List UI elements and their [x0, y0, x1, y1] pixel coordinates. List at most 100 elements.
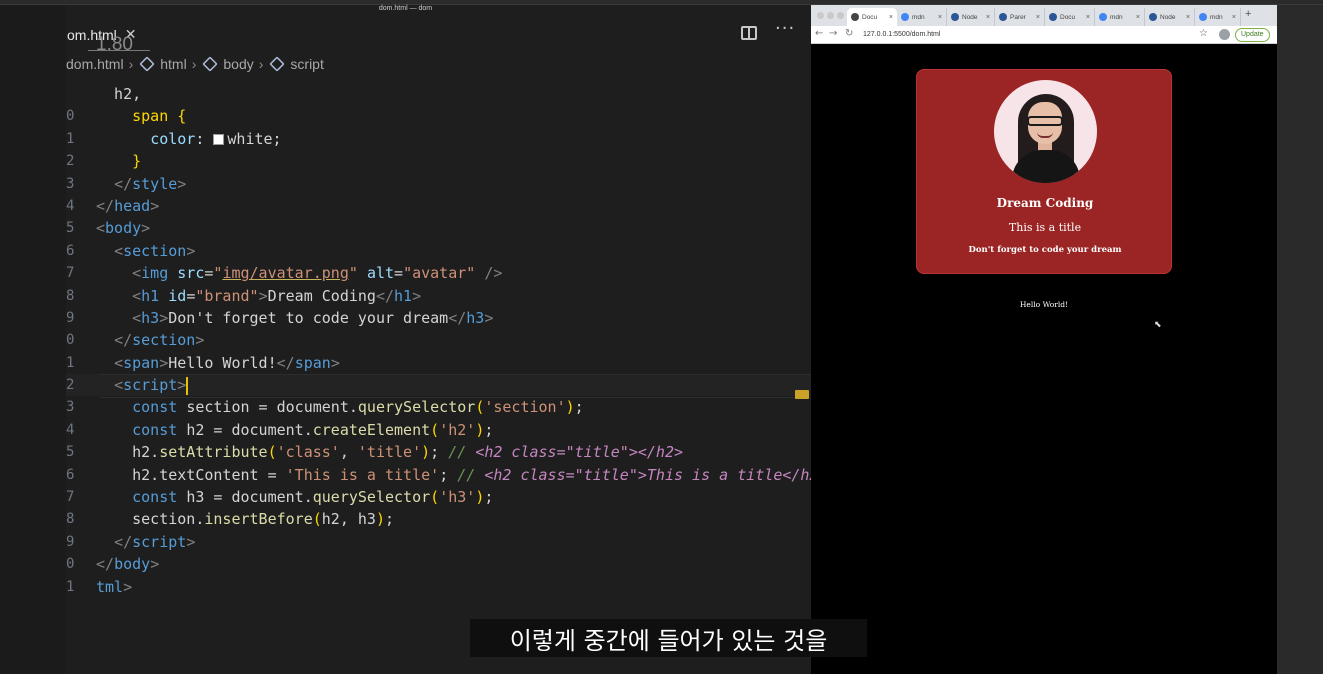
- code-line[interactable]: 6 <section>: [66, 240, 811, 262]
- tagline-heading: Don't forget to code your dream: [968, 245, 1122, 255]
- code-line[interactable]: 1 <span>Hello World!</span>: [66, 352, 811, 374]
- update-button[interactable]: Update: [1235, 28, 1270, 42]
- profile-card-section: Dream Coding This is a title Don't forge…: [916, 69, 1172, 330]
- profile-avatar[interactable]: [1219, 29, 1230, 40]
- breadcrumb-body[interactable]: body: [223, 56, 253, 72]
- window-close-dot[interactable]: [817, 12, 824, 19]
- code-line[interactable]: 3 const section = document.querySelector…: [66, 396, 811, 418]
- favicon-icon: [1049, 13, 1057, 21]
- code-line[interactable]: 0 </body>: [66, 553, 811, 575]
- forward-icon[interactable]: →: [829, 28, 837, 39]
- left-gutter: [0, 5, 66, 674]
- close-icon[interactable]: ×: [986, 14, 990, 21]
- brand-heading: Dream Coding: [996, 196, 1094, 210]
- line-number: 7: [66, 265, 74, 282]
- video-subtitle: 이렇게 중간에 들어가 있는 것을: [470, 619, 867, 657]
- browser-toolbar: ← → ↻ 127.0.0.1:5500/dom.html ☆ Update: [811, 26, 1277, 44]
- close-icon[interactable]: ×: [1036, 14, 1040, 21]
- code-line[interactable]: 3 </style>: [66, 173, 811, 195]
- code-line[interactable]: 1 color: white;: [66, 128, 811, 150]
- back-icon[interactable]: ←: [815, 28, 823, 39]
- line-number: 4: [66, 197, 74, 214]
- code-line[interactable]: 0 span {: [66, 105, 811, 127]
- avatar: [994, 80, 1097, 183]
- code-line[interactable]: 7 const h3 = document.querySelector('h3'…: [66, 486, 811, 508]
- close-icon[interactable]: ×: [1186, 14, 1190, 21]
- line-number: 1: [66, 130, 74, 147]
- code-text: <img src="img/avatar.png" alt="avatar" /…: [132, 264, 503, 283]
- line-number: 8: [66, 287, 74, 304]
- code-text: section.insertBefore(h2, h3);: [132, 510, 395, 529]
- code-text: const h3 = document.querySelector('h3');: [132, 488, 494, 507]
- code-text: h2.setAttribute('class', 'title'); // <h…: [132, 443, 684, 462]
- split-editor-icon[interactable]: [741, 26, 757, 40]
- favicon-icon: [901, 13, 909, 21]
- code-text: </section>: [114, 331, 205, 350]
- code-line[interactable]: 7 <img src="img/avatar.png" alt="avatar"…: [66, 262, 811, 284]
- code-line[interactable]: 8 <h1 id="brand">Dream Coding</h1>: [66, 285, 811, 307]
- close-icon[interactable]: ×: [1232, 14, 1236, 21]
- code-line[interactable]: 9 <h3>Don't forget to code your dream</h…: [66, 307, 811, 329]
- code-text: <h3>Don't forget to code your dream</h3>: [132, 308, 494, 327]
- breadcrumb: dom.html › html › body › script: [66, 54, 324, 74]
- code-line[interactable]: 2 }: [66, 150, 811, 172]
- code-line[interactable]: 9 </script>: [66, 531, 811, 553]
- code-line[interactable]: 5 <body>: [66, 217, 811, 239]
- chevron-right-icon: ›: [191, 56, 197, 72]
- breadcrumb-html[interactable]: html: [160, 56, 186, 72]
- breadcrumb-file[interactable]: dom.html: [66, 56, 124, 72]
- close-icon[interactable]: ×: [889, 14, 893, 21]
- browser-tab[interactable]: Docu ×: [1045, 8, 1095, 26]
- line-number: 7: [66, 489, 74, 506]
- code-text: span {: [96, 107, 187, 126]
- new-tab-icon[interactable]: +: [1245, 8, 1251, 20]
- line-number: 4: [66, 421, 74, 438]
- code-text: h2.textContent = 'This is a title'; // <…: [132, 465, 811, 484]
- code-text: <body>: [96, 219, 151, 238]
- code-line[interactable]: 1 tml>: [66, 576, 811, 598]
- window-minimize-dot[interactable]: [827, 12, 834, 19]
- browser-tab-label: Docu: [862, 13, 878, 21]
- breadcrumb-script[interactable]: script: [290, 56, 323, 72]
- code-text: const section = document.querySelector('…: [132, 398, 584, 417]
- code-text: <span>Hello World!</span>: [114, 353, 340, 372]
- browser-tab[interactable]: mdn ×: [1195, 8, 1241, 26]
- code-line[interactable]: 2 <script>: [66, 374, 811, 399]
- code-line[interactable]: 5 h2.setAttribute('class', 'title'); // …: [66, 441, 811, 463]
- window-zoom-dot[interactable]: [837, 12, 844, 19]
- code-text: const h2 = document.createElement('h2');: [132, 420, 494, 439]
- code-line[interactable]: h2,: [66, 83, 811, 105]
- browser-tab[interactable]: Node ×: [947, 8, 995, 26]
- browser-window: + Docu × mdn × Node × Parer × Docu × mdn × Node × mdn ×…: [811, 5, 1277, 674]
- overlay-ghost-text: 1.80: [96, 34, 133, 55]
- window-title: dom.html — dom: [378, 5, 433, 12]
- reload-icon[interactable]: ↻: [845, 28, 853, 39]
- code-area[interactable]: h2, 0 span {1 color: white; 2 } 3 </style> 4…: [66, 83, 811, 598]
- code-line[interactable]: 6 h2.textContent = 'This is a title'; //…: [66, 464, 811, 486]
- address-bar[interactable]: 127.0.0.1:5500/dom.html: [863, 29, 940, 41]
- browser-tab[interactable]: mdn ×: [897, 8, 947, 26]
- element-icon: [269, 56, 286, 72]
- more-actions-icon[interactable]: ···: [775, 18, 795, 39]
- code-line[interactable]: 4 const h2 = document.createElement('h2'…: [66, 419, 811, 441]
- code-line[interactable]: 0 </section>: [66, 329, 811, 351]
- code-line[interactable]: 4 </head>: [66, 195, 811, 217]
- editor-tab-bar: om.html ✕ 1.80 ···: [66, 14, 811, 55]
- bookmark-star-icon[interactable]: ☆: [1199, 28, 1208, 39]
- title-heading: This is a title: [1008, 221, 1082, 234]
- element-icon: [139, 56, 155, 72]
- scroll-marker: [795, 390, 809, 399]
- close-icon[interactable]: ×: [1086, 14, 1090, 21]
- browser-tab[interactable]: Parer ×: [995, 8, 1045, 26]
- code-line[interactable]: 8 section.insertBefore(h2, h3);: [66, 508, 811, 530]
- favicon-icon: [999, 13, 1007, 21]
- browser-tab[interactable]: mdn ×: [1095, 8, 1145, 26]
- line-number: 8: [66, 511, 74, 528]
- browser-tab[interactable]: Node ×: [1145, 8, 1195, 26]
- favicon-icon: [851, 13, 859, 21]
- browser-tab-label: mdn: [912, 13, 925, 21]
- browser-tab[interactable]: Docu ×: [847, 8, 897, 26]
- close-icon[interactable]: ×: [1136, 14, 1140, 21]
- line-number: 2: [66, 153, 74, 170]
- close-icon[interactable]: ×: [938, 14, 942, 21]
